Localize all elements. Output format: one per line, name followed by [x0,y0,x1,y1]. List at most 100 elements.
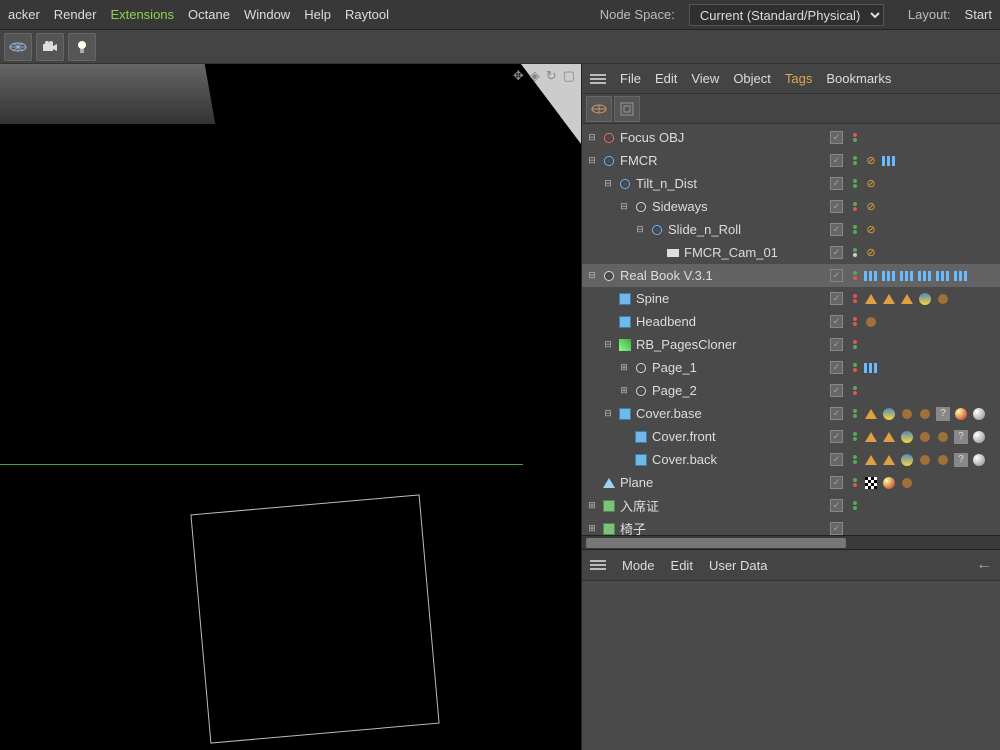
light-icon[interactable] [68,33,96,61]
camera-icon[interactable] [36,33,64,61]
layer-checkbox[interactable] [830,453,843,466]
layer-checkbox[interactable] [830,338,843,351]
viewport[interactable]: ✥ ◈ ↻ ▢ [0,64,582,750]
tag-dots[interactable] [899,268,915,284]
tree-row[interactable]: ⊟RB_PagesCloner [582,333,1000,356]
tree-row[interactable]: ⊟Focus OBJ [582,126,1000,149]
menu-help[interactable]: Help [304,7,331,22]
tree-row[interactable]: Cover.back [582,448,1000,471]
om-edit[interactable]: Edit [655,71,677,86]
tag-sphere[interactable] [971,406,987,422]
tag-no-sign[interactable]: ⊘ [863,153,879,169]
tag-no-sign[interactable]: ⊘ [863,176,879,192]
tag-dots[interactable] [881,153,897,169]
layer-checkbox[interactable] [830,177,843,190]
tag-py[interactable] [899,429,915,445]
attr-userdata[interactable]: User Data [709,558,768,573]
layer-checkbox[interactable] [830,154,843,167]
tree-row[interactable]: Headbend [582,310,1000,333]
tree-row[interactable]: FMCR_Cam_01⊘ [582,241,1000,264]
om-object[interactable]: Object [733,71,771,86]
tag-dots[interactable] [935,268,951,284]
tag-no-sign[interactable]: ⊘ [863,222,879,238]
tree-row[interactable]: ⊟Real Book V.3.1 [582,264,1000,287]
layer-checkbox[interactable] [830,269,843,282]
rotate-icon[interactable]: ↻ [546,68,557,84]
tag-no-sign[interactable]: ⊘ [863,199,879,215]
layer-checkbox[interactable] [830,430,843,443]
om-search-icon[interactable] [614,96,640,122]
attr-mode[interactable]: Mode [622,558,655,573]
tag-tri-o[interactable] [899,291,915,307]
expand-toggle[interactable] [650,247,662,259]
tag-grayq[interactable] [953,429,969,445]
expand-toggle[interactable] [602,293,614,305]
zoom-icon[interactable]: ◈ [530,68,540,84]
tag-brown[interactable] [899,406,915,422]
menu-raytool[interactable]: Raytool [345,7,389,22]
object-tree[interactable]: ⊟Focus OBJ⊟FMCR⊘⊟Tilt_n_Dist⊘⊟Sideways⊘⊟… [582,124,1000,535]
back-arrow-icon[interactable]: ← [976,556,992,574]
expand-toggle[interactable] [602,316,614,328]
tree-row[interactable]: ⊟Cover.base [582,402,1000,425]
layer-checkbox[interactable] [830,384,843,397]
tree-row[interactable]: Spine [582,287,1000,310]
menu-window[interactable]: Window [244,7,290,22]
tag-sphere[interactable] [971,429,987,445]
tag-dots[interactable] [863,268,879,284]
tree-row[interactable]: ⊞Page_2 [582,379,1000,402]
tag-brown[interactable] [935,452,951,468]
tag-grayq[interactable] [953,452,969,468]
layer-checkbox[interactable] [830,476,843,489]
layer-checkbox[interactable] [830,522,843,535]
om-bookmarks[interactable]: Bookmarks [826,71,891,86]
tree-h-scrollbar[interactable] [582,535,1000,549]
hamburger-icon[interactable] [590,74,606,84]
tag-py[interactable] [917,291,933,307]
expand-toggle[interactable]: ⊞ [618,385,630,397]
tag-tri-o[interactable] [863,291,879,307]
menu-tracker[interactable]: acker [8,7,40,22]
layer-checkbox[interactable] [830,246,843,259]
expand-toggle[interactable] [586,477,598,489]
menu-extensions[interactable]: Extensions [110,7,174,22]
tree-row[interactable]: ⊟Slide_n_Roll⊘ [582,218,1000,241]
tag-tri-o[interactable] [863,452,879,468]
om-view[interactable]: View [691,71,719,86]
tree-row[interactable]: ⊞Page_1 [582,356,1000,379]
maximize-icon[interactable]: ▢ [563,68,575,84]
tag-brown[interactable] [935,291,951,307]
expand-toggle[interactable]: ⊟ [602,339,614,351]
tag-py[interactable] [899,452,915,468]
tag-brown[interactable] [917,429,933,445]
layer-checkbox[interactable] [830,292,843,305]
expand-toggle[interactable]: ⊟ [602,408,614,420]
layer-checkbox[interactable] [830,200,843,213]
expand-toggle[interactable] [618,431,630,443]
expand-toggle[interactable]: ⊟ [586,155,598,167]
tree-row[interactable]: ⊟Tilt_n_Dist⊘ [582,172,1000,195]
expand-toggle[interactable]: ⊟ [634,224,646,236]
expand-toggle[interactable]: ⊟ [586,132,598,144]
tag-py[interactable] [881,406,897,422]
menu-render[interactable]: Render [54,7,97,22]
tag-tri-o[interactable] [863,406,879,422]
tag-brown[interactable] [899,475,915,491]
attr-edit[interactable]: Edit [671,558,693,573]
layer-checkbox[interactable] [830,499,843,512]
tag-dots[interactable] [917,268,933,284]
attr-hamburger-icon[interactable] [590,560,606,570]
expand-toggle[interactable]: ⊞ [618,362,630,374]
nodespace-select[interactable]: Current (Standard/Physical) [689,4,884,26]
expand-toggle[interactable]: ⊟ [618,201,630,213]
layout-value[interactable]: Start [965,7,992,22]
grid-icon[interactable] [4,33,32,61]
tree-row[interactable]: ⊟Sideways⊘ [582,195,1000,218]
tag-grayq[interactable] [935,406,951,422]
layer-checkbox[interactable] [830,315,843,328]
tag-brown[interactable] [917,452,933,468]
tag-tri-o[interactable] [863,429,879,445]
expand-toggle[interactable]: ⊟ [602,178,614,190]
tag-tri-o[interactable] [881,429,897,445]
tag-dots[interactable] [863,360,879,376]
